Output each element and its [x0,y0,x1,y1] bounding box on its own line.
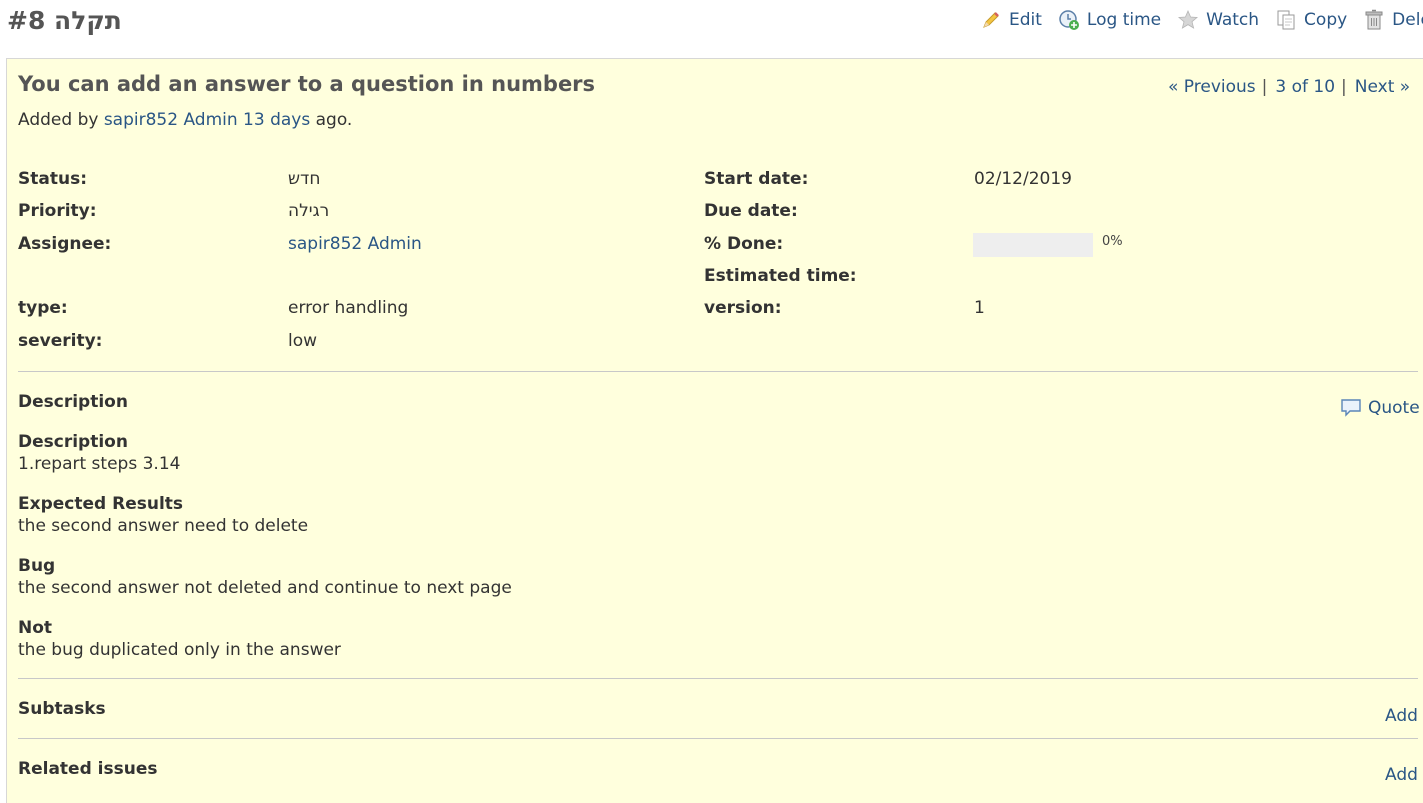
add-subtask-link[interactable]: Add [1385,706,1418,726]
add-related-issue-link[interactable]: Add [1385,765,1418,785]
divider [18,371,1418,372]
author-link[interactable]: sapir852 Admin [104,110,238,130]
note-section: Not the bug duplicated only in the answe… [18,617,341,661]
author-prefix: Added by [18,110,99,130]
star-icon [1177,9,1199,31]
watch-button[interactable]: Watch [1177,9,1259,31]
description-section-text: 1.repart steps 3.14 [18,454,181,474]
divider [18,678,1418,679]
clock-add-icon [1058,9,1080,31]
issue-details-panel: You can add an answer to a question in n… [6,58,1423,803]
status-label: Status: [18,169,87,189]
priority-label: Priority: [18,201,97,221]
divider [18,738,1418,739]
trash-icon [1363,9,1385,31]
expected-results-heading: Expected Results [18,494,184,514]
severity-label: severity: [18,331,103,351]
assignee-label: Assignee: [18,234,112,254]
delete-button[interactable]: Delete [1363,9,1423,31]
bug-heading: Bug [18,556,56,576]
log-time-label: Log time [1086,10,1162,30]
start-date-label: Start date: [704,169,809,189]
type-label: type: [18,298,68,318]
status-value: חדש [288,169,321,189]
note-heading: Not [18,618,53,638]
done-percent: 0% [1102,234,1123,249]
pencil-icon [980,9,1002,31]
type-value: error handling [288,298,409,318]
start-date-value: 02/12/2019 [974,169,1072,189]
issue-navigation: « Previous | 3 of 10 | Next » [1168,77,1410,97]
note-text: the bug duplicated only in the answer [18,640,341,660]
issue-subject: You can add an answer to a question in n… [18,72,596,96]
description-title: Description [18,392,128,412]
description-section: Description 1.repart steps 3.14 [18,431,180,475]
author-suffix: ago. [315,110,353,130]
copy-label: Copy [1304,10,1348,30]
issue-age-link[interactable]: 13 days [243,110,310,130]
severity-value: low [288,331,318,351]
watch-label: Watch [1206,10,1260,30]
due-date-label: Due date: [704,201,798,221]
estimated-time-label: Estimated time: [704,266,857,286]
next-issue-link[interactable]: Next » [1355,77,1410,97]
issue-actions-bar: Edit Log time Watch Copy Delete [980,9,1423,31]
quote-label: Quote [1368,398,1420,418]
related-issues-title: Related issues [18,759,158,779]
nav-separator: | [1341,77,1347,97]
issue-position-link[interactable]: 3 of 10 [1275,77,1335,97]
delete-label: Delete [1392,10,1423,30]
expected-results-text: the second answer need to delete [18,516,309,536]
copy-button[interactable]: Copy [1275,9,1347,31]
page-title: תקלה #8 [7,6,122,35]
done-label: % Done: [704,234,784,254]
description-section-heading: Description [18,432,128,452]
expected-results-section: Expected Results the second answer need … [18,493,308,537]
subtasks-title: Subtasks [18,699,106,719]
nav-separator: | [1261,77,1268,97]
log-time-button[interactable]: Log time [1058,9,1161,31]
done-progress-bar [973,233,1093,257]
edit-label: Edit [1009,10,1042,30]
issue-author-line: Added by sapir852 Admin 13 days ago. [18,110,352,130]
assignee-link[interactable]: sapir852 Admin [288,234,422,254]
previous-issue-link[interactable]: « Previous [1168,77,1256,97]
version-label: version: [704,298,782,318]
priority-value: רגילה [288,201,330,221]
quote-button[interactable]: Quote [1340,398,1420,418]
bug-section: Bug the second answer not deleted and co… [18,555,512,599]
edit-button[interactable]: Edit [980,9,1042,31]
version-value: 1 [974,298,985,318]
comment-icon [1340,398,1362,418]
copy-icon [1275,9,1297,31]
bug-text: the second answer not deleted and contin… [18,578,512,598]
